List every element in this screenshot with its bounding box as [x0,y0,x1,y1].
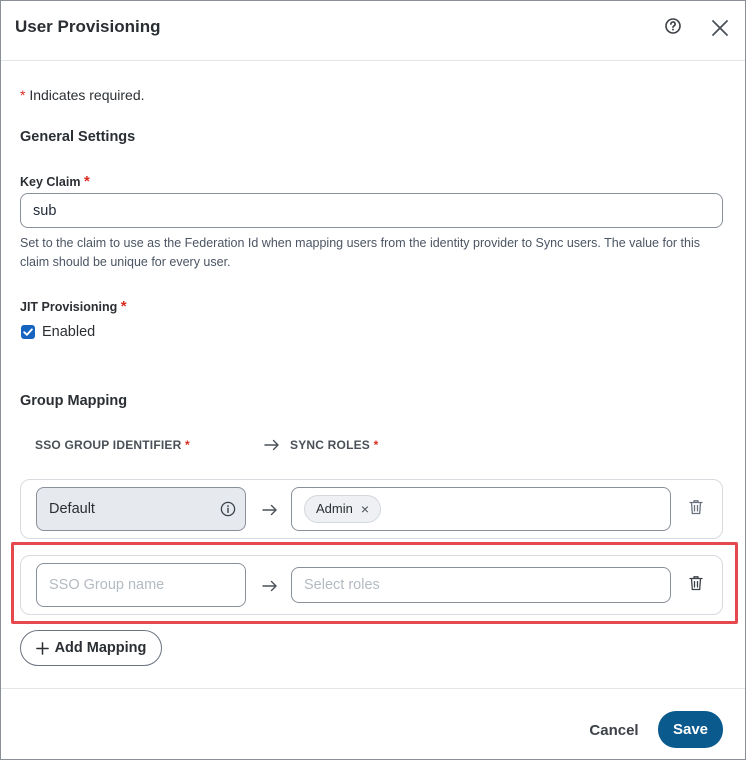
add-mapping-button[interactable]: Add Mapping [20,630,162,666]
user-provisioning-dialog: User Provisioning * Indicates required. … [0,0,746,760]
required-star: * [120,298,127,315]
jit-provisioning-label-text: JIT Provisioning [20,300,118,314]
required-star: * [373,438,379,452]
key-claim-label-text: Key Claim [20,175,81,189]
sso-group-column-text: SSO GROUP IDENTIFIER [35,438,182,452]
sync-roles-select[interactable] [291,567,671,603]
sso-group-readonly: Default [36,487,246,531]
close-icon[interactable] [710,18,730,38]
sync-roles-column-text: SYNC ROLES [290,438,371,452]
mapping-row [20,555,723,615]
role-chip-label: Admin [316,501,353,516]
key-claim-label: Key Claim * [20,173,90,190]
required-star: * [20,87,26,103]
dialog-header: User Provisioning [1,1,745,61]
checkmark-icon [23,328,33,336]
general-settings-title: General Settings [20,129,136,145]
sso-group-column-header: SSO GROUP IDENTIFIER * [35,438,190,452]
role-chip: Admin × [304,495,382,523]
select-roles-input[interactable] [304,574,644,596]
remove-chip-icon[interactable]: × [361,502,369,516]
required-star: * [185,438,190,452]
jit-provisioning-label: JIT Provisioning * [20,298,127,315]
arrow-right-icon [262,504,277,516]
cancel-button[interactable]: Cancel [578,720,650,740]
key-claim-helper: Set to the claim to use as the Federatio… [20,236,700,269]
trash-icon[interactable] [689,499,703,515]
info-icon[interactable] [220,501,236,517]
sso-group-value: Default [49,501,95,517]
required-star: * [83,173,90,190]
jit-enabled-checkbox[interactable] [21,325,35,339]
help-circle-icon[interactable] [664,17,682,35]
required-note-text: Indicates required. [29,87,145,103]
key-claim-input[interactable] [20,193,723,228]
jit-enabled-label[interactable]: Enabled [42,324,95,340]
mapping-row: Default Admin × [20,479,723,539]
sync-roles-select[interactable]: Admin × [291,487,671,531]
plus-icon [35,641,49,655]
trash-icon[interactable] [689,575,703,591]
sync-roles-column-header: SYNC ROLES * [290,438,378,452]
group-mapping-title: Group Mapping [20,393,128,409]
arrow-right-icon [264,439,279,451]
required-note: * Indicates required. [20,87,145,103]
arrow-right-icon [262,580,277,592]
sso-group-name-input[interactable] [36,563,246,607]
dialog-title: User Provisioning [15,17,161,36]
add-mapping-label: Add Mapping [54,640,147,656]
save-button[interactable]: Save [658,711,723,748]
